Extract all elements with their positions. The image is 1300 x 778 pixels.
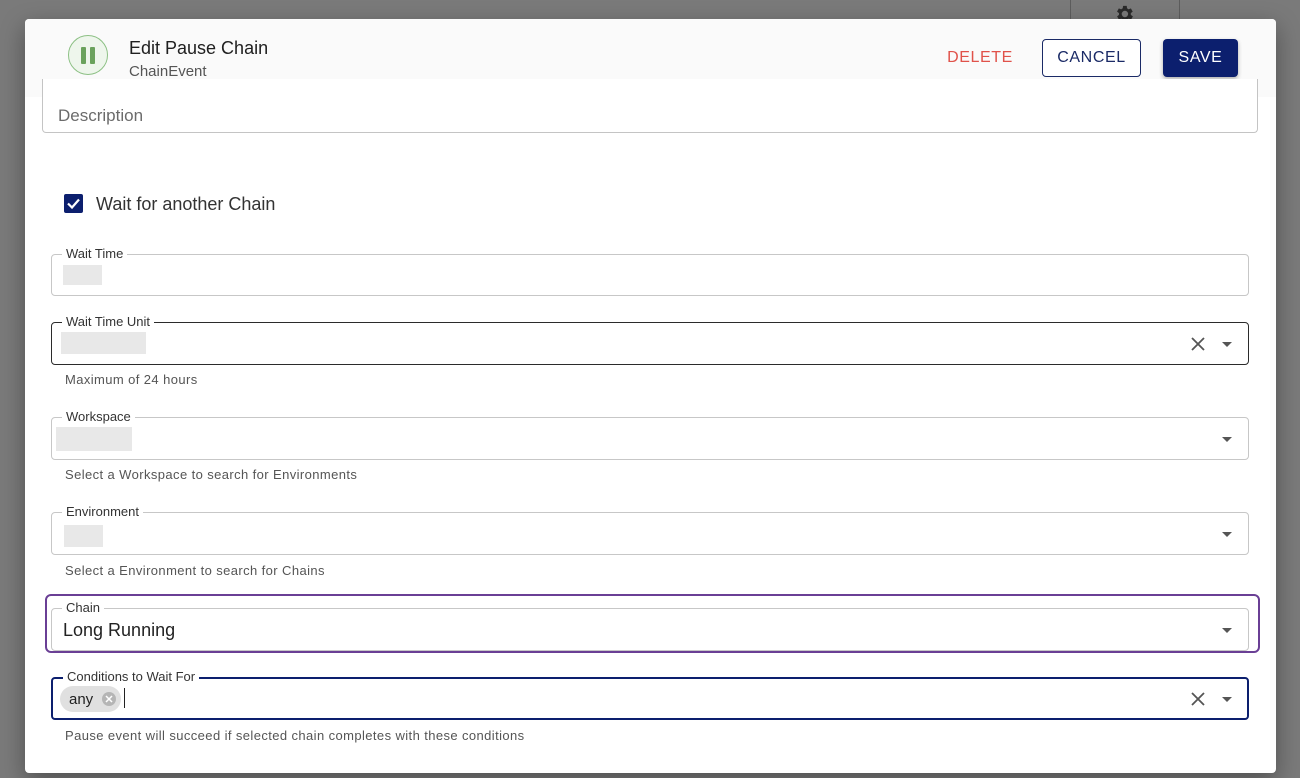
chain-label: Chain xyxy=(62,599,104,617)
chevron-down-icon[interactable] xyxy=(1222,532,1232,537)
edit-pause-chain-dialog: Edit Pause Chain ChainEvent DELETE CANCE… xyxy=(25,19,1276,773)
chevron-down-icon[interactable] xyxy=(1222,697,1232,702)
wait-time-unit-label: Wait Time Unit xyxy=(62,313,155,331)
environment-helper: Select a Environment to search for Chain… xyxy=(65,563,325,578)
conditions-select[interactable]: Conditions to Wait For any xyxy=(51,668,1249,720)
chevron-down-icon[interactable] xyxy=(1222,342,1232,347)
condition-chip-label: any xyxy=(69,690,94,708)
workspace-helper: Select a Workspace to search for Environ… xyxy=(65,467,358,482)
environment-select[interactable]: Environment xyxy=(51,503,1249,555)
pause-icon xyxy=(68,35,108,75)
delete-button[interactable]: DELETE xyxy=(935,39,1025,77)
chip-remove-icon[interactable] xyxy=(102,692,117,706)
save-button[interactable]: SAVE xyxy=(1163,39,1238,77)
wait-for-chain-checkbox[interactable] xyxy=(64,194,83,213)
text-cursor xyxy=(124,688,125,708)
cancel-button[interactable]: CANCEL xyxy=(1042,39,1141,77)
description-field[interactable]: Description xyxy=(42,79,1258,133)
condition-chip[interactable]: any xyxy=(60,686,122,712)
environment-value xyxy=(64,525,103,547)
wait-time-field[interactable]: Wait Time xyxy=(51,245,1249,296)
conditions-label: Conditions to Wait For xyxy=(63,668,200,686)
dialog-subtitle: ChainEvent xyxy=(129,63,207,80)
wait-time-unit-value xyxy=(61,332,146,354)
chevron-down-icon[interactable] xyxy=(1222,628,1232,633)
wait-for-chain-label: Wait for another Chain xyxy=(96,194,276,214)
workspace-label: Workspace xyxy=(62,408,135,426)
workspace-value xyxy=(56,427,132,451)
workspace-select[interactable]: Workspace xyxy=(51,408,1249,460)
clear-icon[interactable] xyxy=(1190,691,1206,707)
wait-time-unit-helper: Maximum of 24 hours xyxy=(65,372,198,387)
chevron-down-icon[interactable] xyxy=(1222,437,1232,442)
conditions-helper: Pause event will succeed if selected cha… xyxy=(65,728,525,743)
wait-time-label: Wait Time xyxy=(62,245,128,263)
checkmark-icon xyxy=(67,198,80,210)
chain-select[interactable]: Chain Long Running xyxy=(51,599,1249,651)
environment-label: Environment xyxy=(62,503,143,521)
wait-time-unit-select[interactable]: Wait Time Unit xyxy=(51,313,1249,365)
chain-value: Long Running xyxy=(63,620,176,640)
wait-time-value xyxy=(63,265,102,285)
dialog-title: Edit Pause Chain xyxy=(129,38,269,58)
description-label: Description xyxy=(58,106,144,125)
clear-icon[interactable] xyxy=(1190,336,1206,352)
